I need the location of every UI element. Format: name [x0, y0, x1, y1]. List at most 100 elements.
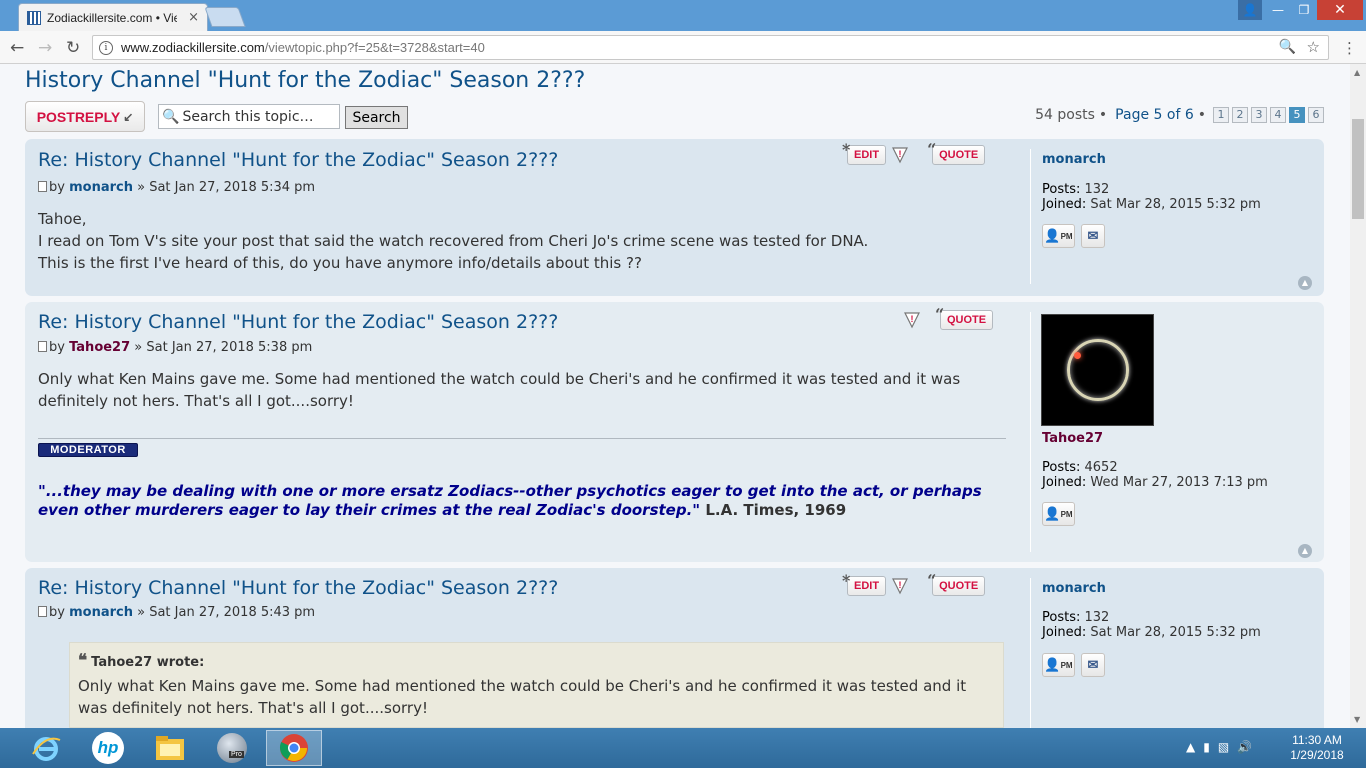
pm-label: PM — [1060, 231, 1073, 241]
post-icon[interactable] — [38, 606, 47, 617]
joined-label: Joined: — [1042, 197, 1087, 212]
post-meta: by Tahoe27 » Sat Jan 27, 2018 5:38 pm — [38, 340, 312, 355]
posts-count[interactable]: 132 — [1085, 610, 1110, 625]
file-explorer-icon[interactable] — [142, 730, 198, 766]
bullet-separator: • — [1098, 107, 1108, 123]
post: Re: History Channel "Hunt for the Zodiac… — [25, 139, 1324, 296]
signature-divider — [38, 438, 1006, 439]
zoom-icon[interactable]: 🔍 — [1279, 39, 1296, 55]
pagination: 54 posts • Page 5 of 6 • 1 2 3 4 5 6 — [1035, 107, 1324, 123]
page-link-1[interactable]: 1 — [1213, 107, 1229, 123]
post-by: by — [49, 605, 65, 620]
taskbar-clock[interactable]: 11:30 AM 1/29/2018 — [1288, 733, 1346, 763]
reload-icon[interactable]: ↻ — [66, 38, 80, 58]
quote-mark-icon: ❝ — [78, 651, 88, 671]
post-author[interactable]: monarch — [69, 605, 133, 620]
post: Re: History Channel "Hunt for the Zodiac… — [25, 302, 1324, 562]
address-bar[interactable]: i www.zodiackillersite.com/viewtopic.php… — [92, 35, 1329, 60]
page-link-3[interactable]: 3 — [1251, 107, 1267, 123]
scroll-down-arrow-icon[interactable]: ▼ — [1354, 715, 1360, 724]
back-to-top-icon[interactable]: ▲ — [1298, 276, 1312, 290]
quote-mark-icon: “ — [935, 305, 945, 324]
profile-name[interactable]: monarch — [1042, 152, 1106, 167]
new-tab-button[interactable] — [204, 7, 246, 27]
joined-date: Sat Mar 28, 2015 5:32 pm — [1090, 625, 1261, 640]
close-window-icon[interactable]: ✕ — [1317, 0, 1363, 20]
report-icon[interactable]: ! — [890, 576, 910, 596]
envelope-icon: ✉ — [1087, 228, 1099, 243]
tab-close-icon[interactable]: × — [188, 10, 199, 25]
page-link-6[interactable]: 6 — [1308, 107, 1324, 123]
quote-button[interactable]: “QUOTE — [927, 571, 986, 596]
pm-button[interactable]: 👤 PM — [1042, 224, 1075, 248]
posts-count[interactable]: 132 — [1085, 182, 1110, 197]
back-arrow-icon[interactable]: ← — [10, 38, 24, 58]
volume-icon[interactable]: 🔊 — [1237, 740, 1252, 754]
page-label[interactable]: Page 5 of 6 — [1115, 107, 1194, 123]
posts-label: Posts: — [1042, 460, 1081, 475]
report-icon[interactable]: ! — [890, 145, 910, 165]
post-date: » Sat Jan 27, 2018 5:38 pm — [134, 340, 313, 355]
post-icon[interactable] — [38, 341, 47, 352]
profile-name[interactable]: Tahoe27 — [1042, 431, 1103, 446]
search-button[interactable]: Search — [345, 106, 408, 129]
scroll-up-arrow-icon[interactable]: ▲ — [1354, 68, 1360, 77]
browser-tabbar: Zodiackillersite.com • Vie × 👤 — ❐ ✕ — [0, 0, 1366, 31]
edit-button[interactable]: * EDIT — [842, 140, 887, 165]
google-earth-pro-icon[interactable]: Pro — [204, 730, 260, 766]
internet-explorer-icon[interactable] — [18, 730, 74, 766]
page-link-4[interactable]: 4 — [1270, 107, 1286, 123]
post-author[interactable]: Tahoe27 — [69, 340, 130, 355]
pm-button[interactable]: 👤 PM — [1042, 653, 1075, 677]
show-hidden-icons-icon[interactable]: ▲ — [1186, 740, 1195, 754]
post-title[interactable]: Re: History Channel "Hunt for the Zodiac… — [38, 149, 558, 171]
network-icon[interactable]: ▧ — [1218, 740, 1229, 754]
earth-globe: Pro — [217, 733, 247, 763]
user-icon: 👤 — [1044, 506, 1061, 521]
post-date: » Sat Jan 27, 2018 5:34 pm — [137, 180, 316, 195]
post-by: by — [49, 180, 65, 195]
maximize-icon[interactable]: ❐ — [1291, 0, 1317, 20]
browser-tab[interactable]: Zodiackillersite.com • Vie × — [18, 3, 208, 31]
hp-icon[interactable]: hp — [80, 730, 136, 766]
topic-search-box[interactable]: 🔍 — [158, 104, 340, 129]
minimize-icon[interactable]: — — [1265, 0, 1291, 20]
posts-count[interactable]: 4652 — [1085, 460, 1118, 475]
post-title[interactable]: Re: History Channel "Hunt for the Zodiac… — [38, 311, 558, 333]
email-button[interactable]: ✉ — [1081, 653, 1105, 677]
svg-text:!: ! — [899, 149, 902, 159]
post-reply-button[interactable]: POSTREPLY ↙ — [25, 101, 145, 132]
pm-button[interactable]: 👤 PM — [1042, 502, 1075, 526]
edit-button[interactable]: * EDIT — [842, 571, 887, 596]
quote-cite: ❝ Tahoe27 wrote: — [78, 651, 995, 671]
page-scrollbar[interactable]: ▲ ▼ — [1350, 64, 1366, 728]
report-icon[interactable]: ! — [902, 310, 922, 330]
chrome-icon[interactable] — [266, 730, 322, 766]
page-link-2[interactable]: 2 — [1232, 107, 1248, 123]
profile-name[interactable]: monarch — [1042, 581, 1106, 596]
quote-button[interactable]: “QUOTE — [927, 140, 986, 165]
quote-label: QUOTE — [939, 580, 979, 592]
topic-title[interactable]: History Channel "Hunt for the Zodiac" Se… — [25, 68, 585, 93]
site-info-icon[interactable]: i — [99, 40, 113, 55]
scroll-thumb[interactable] — [1352, 119, 1364, 219]
back-to-top-icon[interactable]: ▲ — [1298, 544, 1312, 558]
post-line: Tahoe, — [38, 210, 87, 228]
svg-text:!: ! — [899, 580, 902, 590]
posts-label: Posts: — [1042, 610, 1081, 625]
forum-page: History Channel "Hunt for the Zodiac" Se… — [0, 64, 1350, 728]
bookmark-star-icon[interactable]: ☆ — [1307, 38, 1320, 56]
topic-search-input[interactable] — [182, 108, 333, 125]
post-icon[interactable] — [38, 181, 47, 192]
forward-arrow-icon[interactable]: → — [38, 38, 52, 58]
quote-button[interactable]: “QUOTE — [935, 305, 994, 330]
browser-menu-icon[interactable]: ⋮ — [1342, 39, 1357, 57]
post-count: 54 posts — [1035, 107, 1095, 123]
pm-label: PM — [1060, 509, 1073, 519]
email-button[interactable]: ✉ — [1081, 224, 1105, 248]
post-title[interactable]: Re: History Channel "Hunt for the Zodiac… — [38, 577, 558, 599]
post-author[interactable]: monarch — [69, 180, 133, 195]
post-by: by — [49, 340, 65, 355]
profile-icon[interactable]: 👤 — [1238, 0, 1262, 20]
battery-icon[interactable]: ▮ — [1203, 740, 1210, 754]
